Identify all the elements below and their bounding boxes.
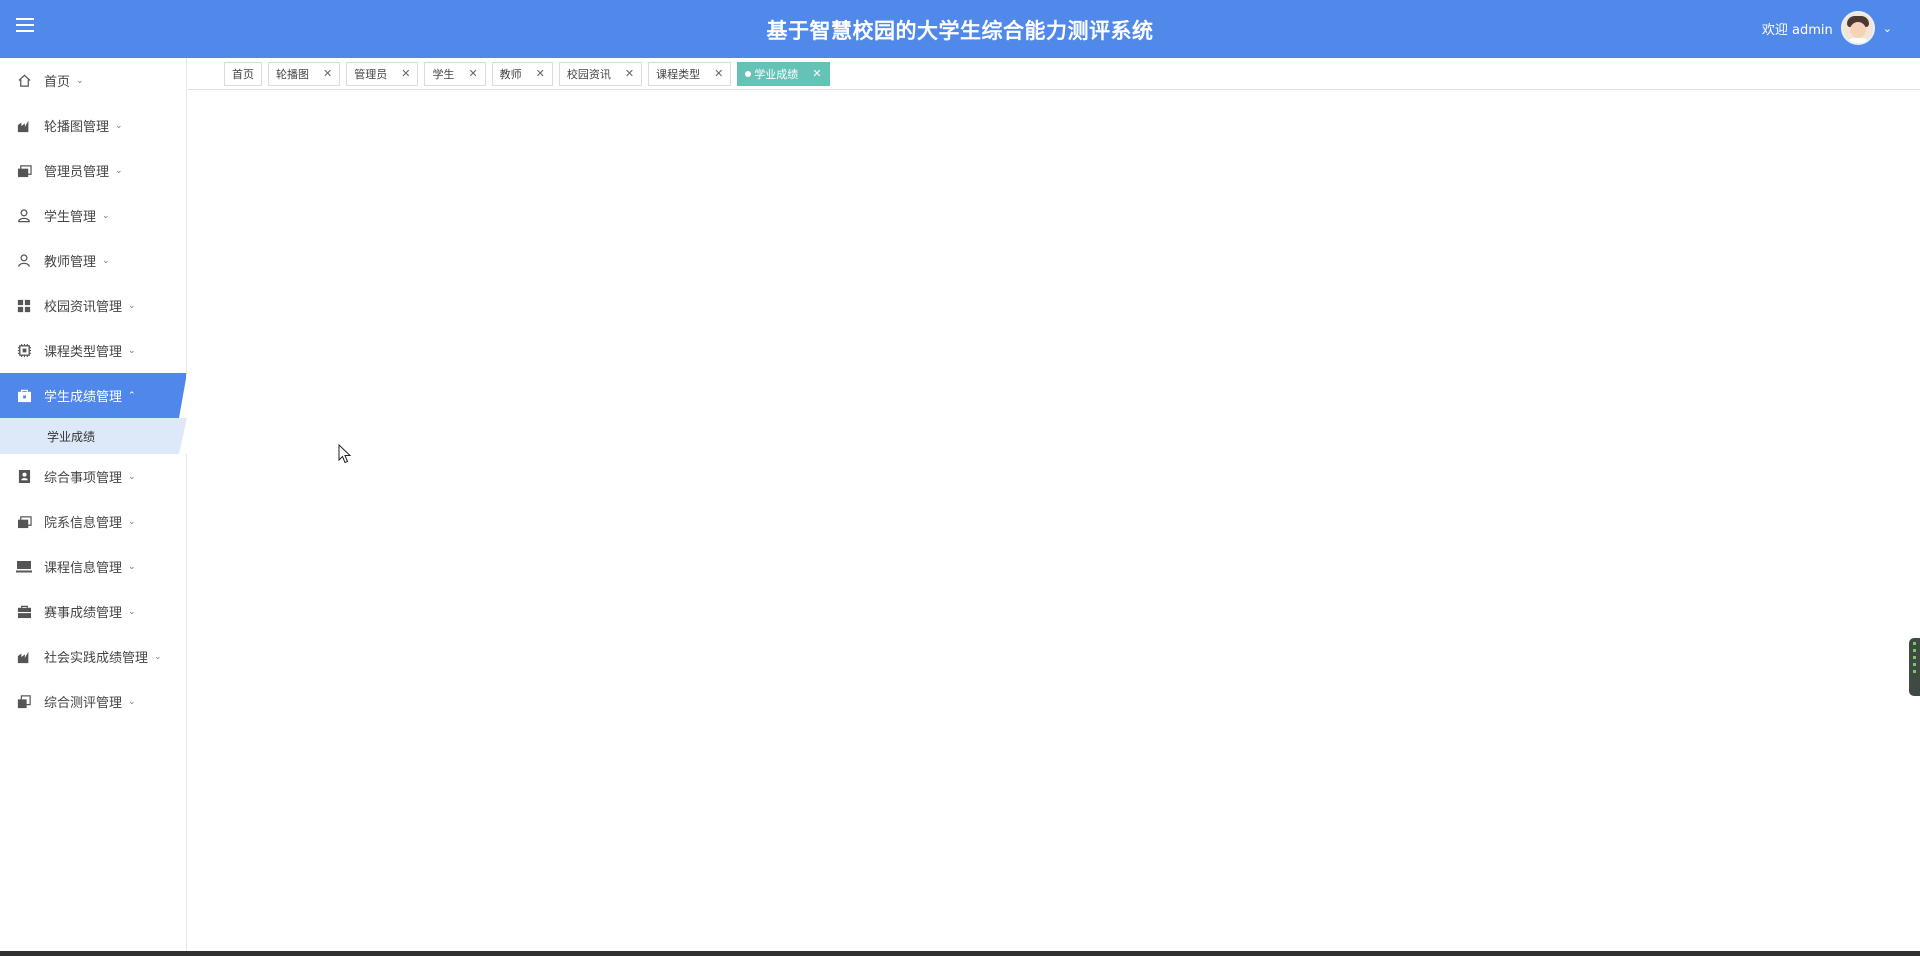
chevron-down-icon: ⌄ (128, 606, 136, 617)
home-icon (16, 73, 32, 89)
close-icon[interactable]: ✕ (468, 67, 477, 80)
sidebar-subitem-label: 学业成绩 (47, 429, 96, 444)
close-icon[interactable]: ✕ (625, 67, 634, 80)
sidebar-item-label: 学生管理 (44, 210, 97, 225)
sidebar-item-label: 课程类型管理 (44, 345, 123, 360)
user-menu[interactable]: 欢迎 admin ⌄ (1762, 9, 1892, 47)
tab-label: 首页 (232, 67, 254, 81)
welcome-text: 欢迎 admin (1761, 22, 1833, 38)
folders-icon (16, 514, 32, 530)
sidebar-item-label: 课程信息管理 (44, 561, 123, 576)
floating-widget-handle[interactable] (1909, 638, 1920, 696)
sidebar-item-course-info[interactable]: 课程信息管理 ⌄ (0, 544, 186, 589)
sidebar-item-label: 赛事成绩管理 (44, 606, 123, 621)
briefcase-icon (16, 388, 32, 404)
tab-teachers[interactable]: 教师 ✕ (491, 61, 553, 86)
sidebar-item-label: 学生成绩管理 (44, 390, 123, 405)
sidebar-item-label: 校园资讯管理 (44, 300, 123, 315)
tab-label: 教师 (499, 67, 522, 81)
sidebar-item-label: 教师管理 (44, 255, 97, 270)
tab-academic-grades[interactable]: 学业成绩 ✕ (737, 61, 830, 86)
sidebar-item-label: 管理员管理 (44, 165, 110, 180)
folders-icon (16, 163, 32, 179)
sidebar-item-course-types[interactable]: 课程类型管理 ⌄ (0, 328, 186, 373)
sidebar-item-label: 轮播图管理 (44, 120, 110, 135)
user-outline-icon (16, 253, 32, 269)
tab-students[interactable]: 学生 ✕ (424, 61, 486, 86)
sidebar-item-comprehensive-evaluation[interactable]: 综合测评管理 ⌄ (0, 679, 186, 724)
sidebar-item-label: 综合事项管理 (44, 471, 123, 486)
chevron-down-icon: ⌄ (128, 300, 136, 311)
close-icon[interactable]: ✕ (323, 67, 332, 80)
main-content (188, 91, 1920, 956)
close-icon[interactable]: ✕ (812, 67, 821, 80)
chevron-down-icon: ⌄ (128, 696, 136, 707)
close-icon[interactable]: ✕ (401, 67, 410, 80)
grid-icon (16, 298, 32, 314)
sidebar-item-campus-news[interactable]: 校园资讯管理 ⌄ (0, 283, 186, 328)
chart-icon (16, 118, 32, 134)
chevron-down-icon: ⌄ (128, 561, 136, 572)
tags-view-bar: 首页 轮播图 ✕ 管理员 ✕ 学生 ✕ 教师 ✕ 校园资讯 ✕ 课程类型 ✕ 学… (188, 58, 1920, 90)
tab-label: 课程类型 (656, 67, 701, 81)
chevron-down-icon[interactable]: ⌄ (1883, 22, 1892, 35)
sidebar: 首页 ⌄ 轮播图管理 ⌄ 管理员管理 ⌄ 学生管理 ⌄ 教师管理 ⌄ 校园资讯管… (0, 58, 187, 956)
sidebar-item-carousel[interactable]: 轮播图管理 ⌄ (0, 103, 186, 148)
tab-label: 校园资讯 (566, 67, 611, 81)
copy-icon (16, 694, 32, 710)
close-icon[interactable]: ✕ (714, 67, 723, 80)
sidebar-item-home[interactable]: 首页 ⌄ (0, 58, 186, 103)
laptop-icon (16, 559, 32, 575)
user-icon (16, 208, 32, 224)
tab-admins[interactable]: 管理员 ✕ (346, 61, 419, 86)
chevron-down-icon: ⌄ (76, 75, 84, 86)
sidebar-item-departments[interactable]: 院系信息管理 ⌄ (0, 499, 186, 544)
bottom-edge-bar (0, 951, 1920, 956)
tab-label: 学生 (432, 67, 455, 81)
app-title: 基于智慧校园的大学生综合能力测评系统 (766, 19, 1154, 43)
active-dot-icon (745, 70, 752, 77)
contact-card-icon (16, 469, 32, 485)
chevron-down-icon: ⌄ (154, 651, 162, 662)
tab-campus-news[interactable]: 校园资讯 ✕ (558, 61, 643, 86)
tab-label: 轮播图 (276, 67, 309, 81)
chevron-down-icon: ⌄ (102, 255, 110, 266)
sidebar-item-social-practice-grades[interactable]: 社会实践成绩管理 ⌄ (0, 634, 186, 679)
sidebar-item-label: 院系信息管理 (44, 516, 123, 531)
sidebar-item-students[interactable]: 学生管理 ⌄ (0, 193, 186, 238)
sidebar-item-competition-grades[interactable]: 赛事成绩管理 ⌄ (0, 589, 186, 634)
avatar[interactable] (1840, 11, 1875, 45)
sidebar-item-label: 首页 (44, 75, 71, 90)
sidebar-item-teachers[interactable]: 教师管理 ⌄ (0, 238, 186, 283)
tab-carousel[interactable]: 轮播图 ✕ (268, 61, 341, 86)
tab-label: 管理员 (354, 67, 388, 81)
sidebar-item-label: 社会实践成绩管理 (44, 651, 149, 666)
chevron-down-icon: ⌄ (128, 345, 136, 356)
top-header: 基于智慧校园的大学生综合能力测评系统 欢迎 admin ⌄ (0, 0, 1920, 58)
toolbox-icon (16, 604, 32, 620)
tab-home[interactable]: 首页 (224, 61, 262, 86)
tab-label: 学业成绩 (754, 67, 799, 81)
sidebar-item-admins[interactable]: 管理员管理 ⌄ (0, 148, 186, 193)
chevron-up-icon: ⌃ (128, 390, 136, 401)
sidebar-subitem-academic-grades[interactable]: 学业成绩 (0, 418, 187, 454)
chevron-down-icon: ⌄ (102, 210, 110, 221)
chevron-down-icon: ⌄ (115, 165, 123, 176)
chevron-down-icon: ⌄ (128, 516, 136, 527)
chart-icon (16, 649, 32, 665)
sidebar-item-comprehensive-affairs[interactable]: 综合事项管理 ⌄ (0, 454, 186, 499)
chevron-down-icon: ⌄ (128, 471, 136, 482)
sidebar-item-student-grades[interactable]: 学生成绩管理 ⌃ (0, 373, 187, 418)
mouse-cursor-icon (338, 443, 352, 468)
tab-course-types[interactable]: 课程类型 ✕ (648, 61, 732, 86)
sidebar-item-label: 综合测评管理 (44, 696, 123, 711)
close-icon[interactable]: ✕ (536, 67, 545, 80)
chevron-down-icon: ⌄ (115, 120, 123, 131)
chip-icon (16, 343, 32, 359)
